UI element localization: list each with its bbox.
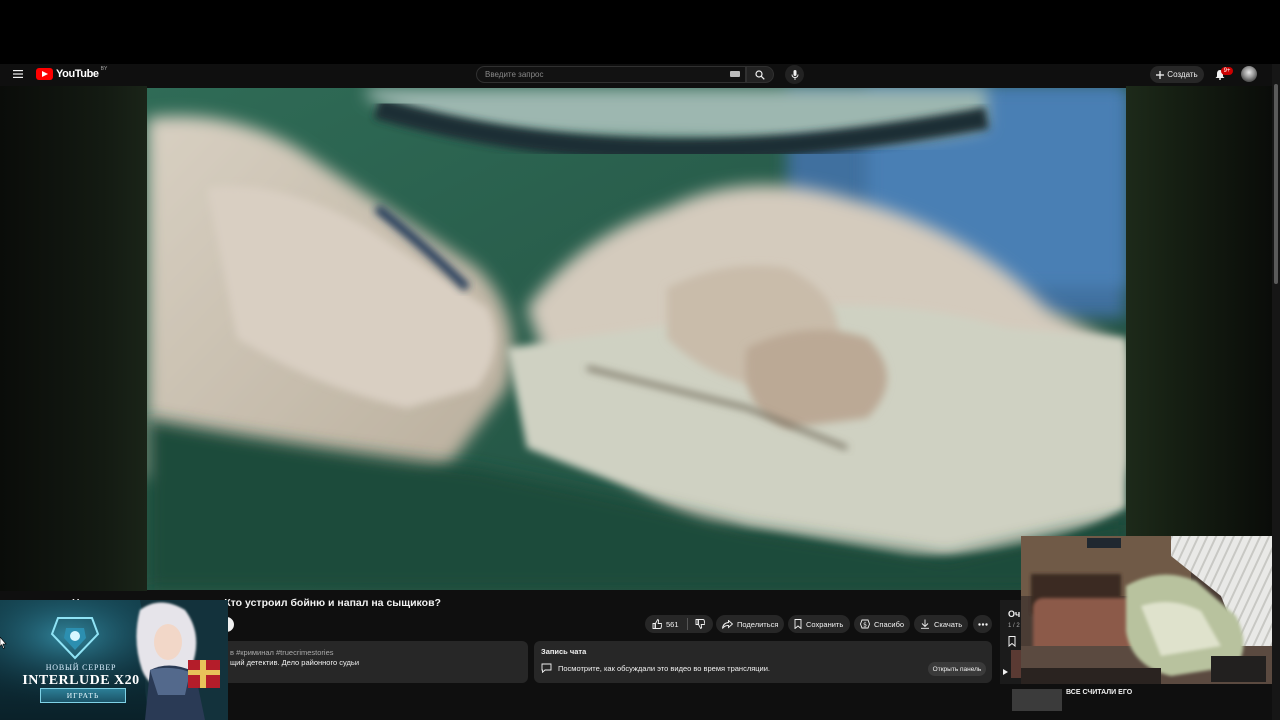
cursor-arrow-icon [0,636,7,649]
thumbs-up-icon[interactable] [652,619,662,629]
webcam-overlay [1021,536,1280,684]
microphone-icon [791,69,798,80]
description-text: щий детектив. Дело районного судьи [230,658,360,667]
description-hashtags[interactable]: в #криминал #truecrimestories [230,648,334,657]
like-dislike-group: 561 [645,615,713,633]
bookmark-icon [1008,636,1016,648]
thumbs-down-icon[interactable] [695,619,705,629]
create-label: Создать [1167,70,1198,79]
top-black-bar [0,0,1280,64]
share-button[interactable]: Поделиться [716,615,784,633]
queue-save-button[interactable] [1008,634,1020,648]
thanks-button[interactable]: $ Спасибо [854,615,910,633]
description-box[interactable]: в #криминал #truecrimestories щий детект… [222,641,528,683]
save-button[interactable]: Сохранить [788,615,850,633]
chat-replay-box: Запись чата Посмотрите, как обсуждали эт… [534,641,992,683]
region-code: BY [100,66,108,72]
search-input[interactable] [485,67,705,82]
like-divider [686,618,688,630]
bookmark-icon [794,619,802,629]
svg-text:$: $ [863,621,867,628]
video-player[interactable] [147,88,1126,590]
webcam-image [1021,536,1280,684]
share-label: Поделиться [737,619,779,629]
queue-next-title[interactable]: ВСЕ СЧИТАЛИ ЕГО [1066,689,1132,696]
scrollbar-thumb[interactable] [1274,84,1278,284]
hamburger-icon [13,70,23,78]
more-actions-button[interactable] [973,615,992,633]
queue-count: 1 / 2 [1008,623,1020,629]
ambient-glow-right [1126,86,1272,591]
logo-text: YouTube [56,68,99,80]
search-box[interactable] [476,66,746,83]
notification-badge: 9+ [1221,67,1233,75]
queue-next-thumbnail[interactable] [1012,689,1062,711]
mouse-cursor [0,636,7,649]
menu-button[interactable] [10,66,26,82]
chat-replay-title: Запись чата [541,647,587,656]
ambient-glow-left [0,86,147,591]
play-logo-icon [36,68,53,80]
super-thanks-icon: $ [860,619,870,629]
search-button[interactable] [746,66,774,83]
open-chat-panel-button[interactable]: Открыть панель [928,662,986,676]
keyboard-icon[interactable] [730,71,740,77]
ad-server-name: INTERLUDE X20 [22,673,140,688]
ad-headline: НОВЫЙ СЕРВЕР [45,663,117,672]
create-button[interactable]: Создать [1150,66,1204,83]
plus-icon [1156,70,1165,79]
share-icon [722,619,733,629]
more-horizontal-icon [977,622,988,626]
search-icon [755,69,765,80]
now-playing-icon [1003,662,1008,675]
chat-bubble-icon [541,663,552,673]
queue-title: Оч [1008,609,1021,619]
ad-play-button[interactable]: ИГРАТЬ [40,688,126,703]
avatar[interactable] [1241,66,1257,82]
like-count[interactable]: 561 [666,620,679,629]
video-frame [147,88,1126,590]
thanks-label: Спасибо [874,619,905,629]
youtube-logo[interactable]: YouTube BY [36,66,108,81]
save-label: Сохранить [806,619,844,629]
download-icon [921,619,929,629]
download-label: Скачать [934,619,963,629]
voice-search-button[interactable] [785,65,804,84]
chat-replay-message: Посмотрите, как обсуждали это видео во в… [558,664,771,673]
download-button[interactable]: Скачать [914,615,968,633]
